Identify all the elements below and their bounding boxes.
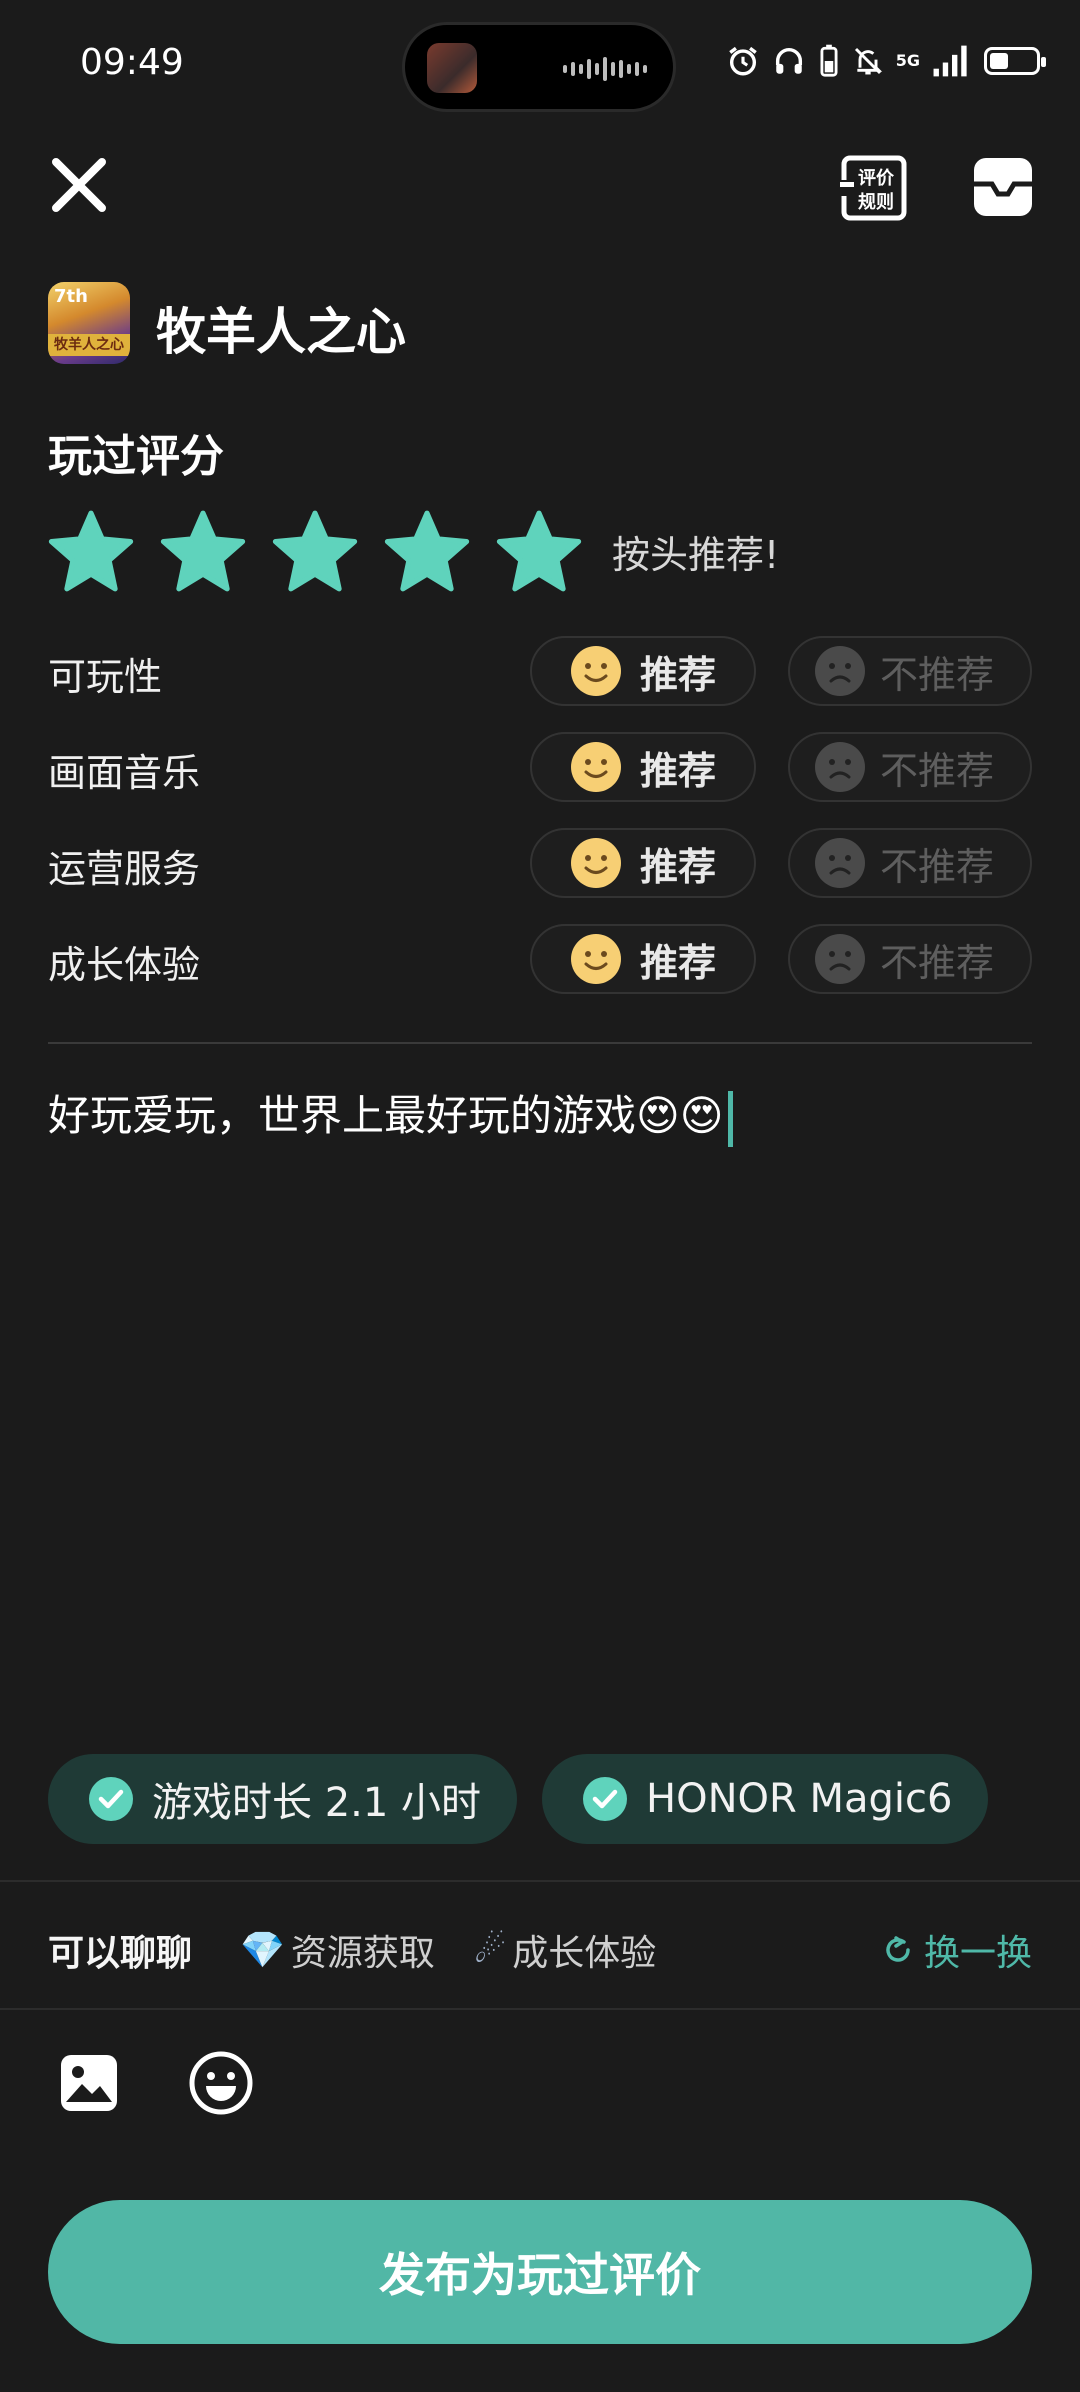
battery-icon	[984, 47, 1046, 75]
review-text: 好玩爱玩，世界上最好玩的游戏😍😍	[48, 1091, 724, 1140]
rating-section-title: 玩过评分	[48, 431, 224, 482]
smile-icon	[571, 646, 621, 696]
media-thumbnail	[427, 43, 477, 93]
topics-label: 可以聊聊	[48, 1933, 193, 1974]
svg-text:规则: 规则	[858, 191, 894, 213]
svg-text:评价: 评价	[858, 168, 895, 189]
dynamic-island[interactable]	[402, 22, 676, 112]
text-caret	[727, 1090, 733, 1147]
rating-rules-icon[interactable]: 评价 规则	[836, 154, 908, 222]
network-type: 5G	[895, 51, 920, 70]
topic-label: 成长体验	[512, 1933, 657, 1974]
recommend-button-visuals-music[interactable]: 推荐	[530, 732, 756, 802]
star-icon-5[interactable]	[496, 508, 582, 594]
smile-icon	[571, 838, 621, 888]
check-icon	[583, 1777, 627, 1821]
not-recommend-label: 不推荐	[880, 748, 995, 793]
divider	[48, 1042, 1032, 1044]
smile-icon	[571, 934, 621, 984]
star-icon-3[interactable]	[272, 508, 358, 594]
signal-icon	[933, 45, 967, 77]
aspect-label-operations: 运营服务	[48, 847, 201, 891]
topic-label: 资源获取	[290, 1933, 435, 1974]
refresh-label: 换一换	[923, 1933, 1032, 1974]
refresh-icon	[886, 1936, 910, 1962]
not-recommend-button-growth[interactable]: 不推荐	[788, 924, 1032, 994]
recommend-label: 推荐	[640, 844, 717, 889]
refresh-topics-button[interactable]: 换一换	[882, 1924, 1032, 1976]
audio-wave-icon	[563, 57, 647, 81]
review-textarea[interactable]: 好玩爱玩，世界上最好玩的游戏😍😍	[48, 1082, 733, 1147]
diamond-icon: 💎	[240, 1930, 285, 1971]
image-icon[interactable]	[58, 2052, 120, 2114]
recommend-label: 推荐	[640, 940, 717, 985]
chip-playtime-label: 游戏时长 2.1 小时	[152, 1780, 482, 1826]
chip-device-label: HONOR Magic6	[646, 1776, 953, 1822]
star-rating-hint: 按头推荐!	[612, 533, 780, 577]
not-recommend-button-playability[interactable]: 不推荐	[788, 636, 1032, 706]
star-rating[interactable]	[48, 508, 582, 594]
frown-icon	[815, 646, 865, 696]
comet-icon: ☄	[474, 1929, 507, 1971]
not-recommend-button-visuals-music[interactable]: 不推荐	[788, 732, 1032, 802]
game-icon-badge: 7th	[54, 286, 88, 307]
chip-playtime[interactable]: 游戏时长 2.1 小时	[48, 1754, 518, 1844]
frown-icon	[815, 742, 865, 792]
star-icon-1[interactable]	[48, 508, 134, 594]
topic-growth[interactable]: ☄ 成长体验	[474, 1924, 656, 1976]
game-title: 牧羊人之心	[156, 303, 406, 361]
divider	[0, 1880, 1080, 1882]
frown-icon	[815, 934, 865, 984]
chip-device[interactable]: HONOR Magic6	[542, 1754, 989, 1844]
close-icon[interactable]	[44, 150, 114, 220]
headphones-icon	[775, 48, 802, 74]
not-recommend-label: 不推荐	[880, 844, 995, 889]
message-icon[interactable]	[970, 154, 1036, 220]
frown-icon	[815, 838, 865, 888]
mute-icon	[854, 47, 882, 75]
publish-review-button[interactable]: 发布为玩过评价	[48, 2200, 1032, 2344]
star-icon-2[interactable]	[160, 508, 246, 594]
status-icons: 5G	[726, 44, 1046, 78]
alarm-icon	[728, 46, 757, 76]
game-icon-caption: 牧羊人之心	[48, 334, 130, 356]
recommend-button-operations[interactable]: 推荐	[530, 828, 756, 898]
recommend-button-growth[interactable]: 推荐	[530, 924, 756, 994]
emoji-icon[interactable]	[188, 2050, 254, 2116]
aspect-label-visuals-music: 画面音乐	[48, 751, 201, 795]
recommend-label: 推荐	[640, 652, 717, 697]
recommend-label: 推荐	[640, 748, 717, 793]
topic-resource[interactable]: 💎 资源获取	[240, 1924, 435, 1976]
not-recommend-label: 不推荐	[880, 652, 995, 697]
aspect-label-playability: 可玩性	[48, 655, 163, 699]
check-icon	[89, 1777, 133, 1821]
star-icon-4[interactable]	[384, 508, 470, 594]
not-recommend-button-operations[interactable]: 不推荐	[788, 828, 1032, 898]
status-time: 09:49	[80, 42, 184, 83]
not-recommend-label: 不推荐	[880, 940, 995, 985]
recommend-button-playability[interactable]: 推荐	[530, 636, 756, 706]
divider	[0, 2008, 1080, 2010]
battery-saver-icon	[820, 44, 838, 77]
game-icon: 7th 牧羊人之心	[48, 282, 130, 364]
smile-icon	[571, 742, 621, 792]
aspect-label-growth: 成长体验	[48, 943, 201, 987]
